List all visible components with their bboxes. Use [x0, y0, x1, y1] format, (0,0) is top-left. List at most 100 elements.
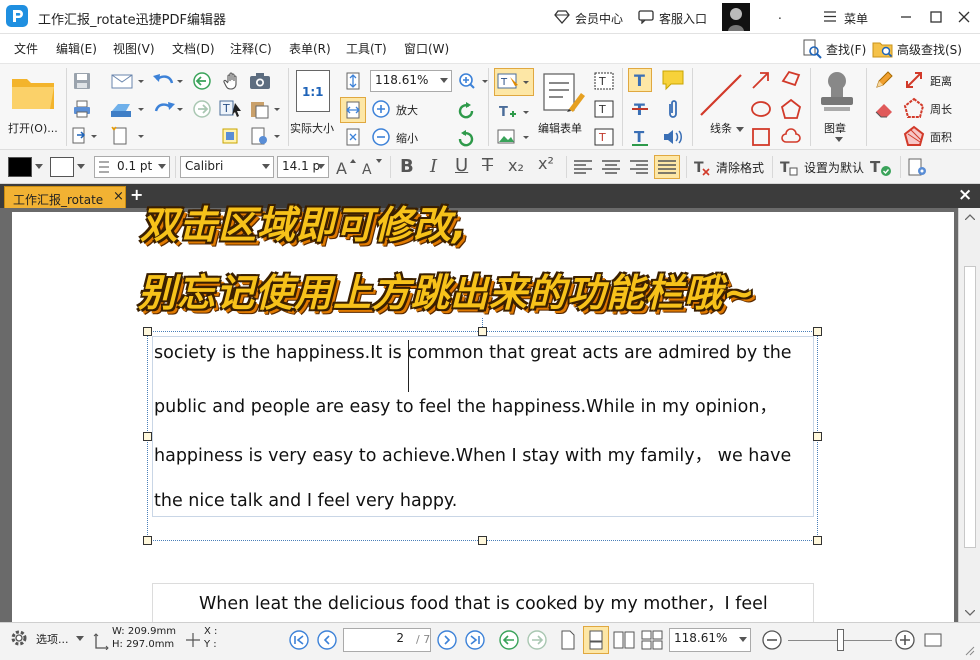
- underline-button[interactable]: U: [455, 155, 468, 176]
- menu-document[interactable]: 文档(D): [172, 40, 215, 57]
- stroke-width-select[interactable]: 0.1 pt: [94, 156, 170, 178]
- eraser-icon[interactable]: [872, 97, 896, 121]
- rotate-right-icon[interactable]: [454, 126, 478, 150]
- crop-icon[interactable]: [218, 125, 242, 147]
- stamp-label[interactable]: 图章: [824, 120, 846, 136]
- edit-form-icon[interactable]: [540, 70, 586, 114]
- callout-box-icon[interactable]: T: [592, 125, 616, 149]
- stamp-dropdown-icon[interactable]: [834, 136, 844, 144]
- save-icon[interactable]: [70, 69, 94, 93]
- menu-comment[interactable]: 注释(C): [230, 40, 272, 57]
- hand-tool-icon[interactable]: [220, 69, 244, 93]
- next-nav-icon[interactable]: [190, 97, 214, 121]
- paragraph-line-1[interactable]: society is the happiness.It is common th…: [154, 343, 792, 363]
- open-button-label[interactable]: 打开(O)...: [8, 120, 58, 136]
- status-zoom-out-icon[interactable]: [760, 628, 784, 652]
- history-forward-icon[interactable]: [525, 628, 549, 652]
- paragraph-line-4[interactable]: the nice talk and I feel very happy.: [154, 491, 457, 511]
- member-center-link[interactable]: 会员中心: [575, 10, 623, 27]
- underline-annot-icon[interactable]: T: [628, 125, 652, 149]
- ellipse-tool-icon[interactable]: [748, 97, 774, 121]
- scroll-thumb[interactable]: [964, 266, 976, 548]
- perimeter-label[interactable]: 周长: [930, 101, 952, 117]
- tab-close-icon[interactable]: ×: [113, 189, 124, 204]
- minimize-icon[interactable]: [898, 9, 914, 25]
- doc-settings-icon[interactable]: [248, 125, 282, 147]
- align-right-icon[interactable]: [628, 157, 650, 177]
- strikeout-icon[interactable]: T: [628, 97, 652, 121]
- prev-page-icon[interactable]: [315, 628, 339, 652]
- scroll-down-icon[interactable]: [963, 608, 977, 618]
- menu-window[interactable]: 窗口(W): [404, 40, 449, 57]
- new-doc-icon[interactable]: [108, 125, 148, 147]
- zoom-select[interactable]: 118.61%: [370, 70, 452, 92]
- resize-handle-ml[interactable]: [143, 432, 152, 441]
- stamp-icon[interactable]: [814, 68, 860, 116]
- clear-format-button[interactable]: 清除格式: [716, 159, 764, 176]
- pentagon-tool-icon[interactable]: [778, 97, 804, 121]
- vertical-scrollbar[interactable]: [958, 208, 980, 622]
- actual-size-label[interactable]: 实际大小: [290, 120, 334, 136]
- search-button[interactable]: 查找(F): [826, 41, 866, 58]
- zoom-out-icon[interactable]: [370, 126, 392, 148]
- format-settings-icon[interactable]: [906, 156, 930, 178]
- cloud-tool-icon[interactable]: [778, 125, 804, 149]
- sound-icon[interactable]: [660, 125, 686, 149]
- last-page-icon[interactable]: [463, 628, 487, 652]
- paste-icon[interactable]: [248, 97, 282, 121]
- email-icon[interactable]: [108, 69, 148, 93]
- arrow-tool-icon[interactable]: [748, 68, 774, 92]
- dropdown-arrow-icon[interactable]: [736, 126, 744, 134]
- zoom-in-icon[interactable]: [370, 98, 392, 120]
- bold-button[interactable]: B: [400, 156, 414, 177]
- distance-icon[interactable]: [902, 69, 926, 91]
- open-folder-icon[interactable]: [8, 72, 58, 114]
- status-zoom-in-icon[interactable]: [893, 628, 917, 652]
- facing-continuous-icon[interactable]: [639, 628, 665, 652]
- font-grow-icon[interactable]: A: [334, 156, 358, 178]
- add-text-icon[interactable]: T: [494, 100, 534, 124]
- menu-edit[interactable]: 编辑(E): [56, 40, 97, 57]
- menu-button[interactable]: 菜单: [844, 10, 868, 27]
- perimeter-icon[interactable]: [902, 97, 926, 119]
- align-justify-icon[interactable]: [654, 155, 680, 179]
- fill-color-dropdown-icon[interactable]: [34, 163, 44, 171]
- stroke-color-swatch[interactable]: [50, 157, 74, 177]
- continuous-page-icon[interactable]: [583, 626, 609, 654]
- menu-form[interactable]: 表单(R): [289, 40, 331, 57]
- single-page-icon[interactable]: [557, 628, 579, 652]
- add-image-icon[interactable]: [494, 126, 534, 148]
- options-button[interactable]: 选项...: [36, 631, 69, 647]
- polygon-line-icon[interactable]: [778, 68, 804, 92]
- stroke-color-dropdown-icon[interactable]: [76, 163, 86, 171]
- scroll-up-icon[interactable]: [963, 212, 977, 222]
- resize-handle-mr[interactable]: [813, 432, 822, 441]
- fit-visible-icon[interactable]: [342, 126, 364, 148]
- set-default-button[interactable]: 设置为默认: [804, 159, 864, 176]
- undo-icon[interactable]: [150, 69, 186, 93]
- first-page-icon[interactable]: [287, 628, 311, 652]
- text-box-icon[interactable]: T: [592, 97, 616, 121]
- fill-color-swatch[interactable]: [8, 157, 32, 177]
- actual-size-icon[interactable]: 1:1: [296, 70, 330, 112]
- prev-nav-icon[interactable]: [190, 69, 214, 93]
- rotate-left-icon[interactable]: [454, 98, 478, 122]
- font-name-select[interactable]: Calibri: [180, 156, 274, 178]
- close-window-icon[interactable]: [956, 9, 972, 25]
- menu-tools[interactable]: 工具(T): [346, 40, 387, 57]
- next-page-icon[interactable]: [435, 628, 459, 652]
- resize-grip-icon[interactable]: [962, 643, 976, 657]
- history-back-icon[interactable]: [497, 628, 521, 652]
- close-all-tabs-icon[interactable]: ×: [958, 185, 972, 205]
- pencil-icon[interactable]: [872, 68, 896, 92]
- print-icon[interactable]: [70, 97, 94, 121]
- gear-icon[interactable]: [8, 627, 30, 649]
- align-center-icon[interactable]: [600, 157, 622, 177]
- clear-format-icon[interactable]: T: [692, 156, 714, 178]
- status-zoom-select[interactable]: 118.61%: [669, 628, 751, 652]
- zoom-slider-thumb[interactable]: [837, 629, 844, 651]
- facing-page-icon[interactable]: [611, 628, 637, 652]
- superscript-button[interactable]: x²: [538, 154, 554, 173]
- distance-label[interactable]: 距离: [930, 73, 952, 89]
- resize-handle-tl[interactable]: [143, 327, 152, 336]
